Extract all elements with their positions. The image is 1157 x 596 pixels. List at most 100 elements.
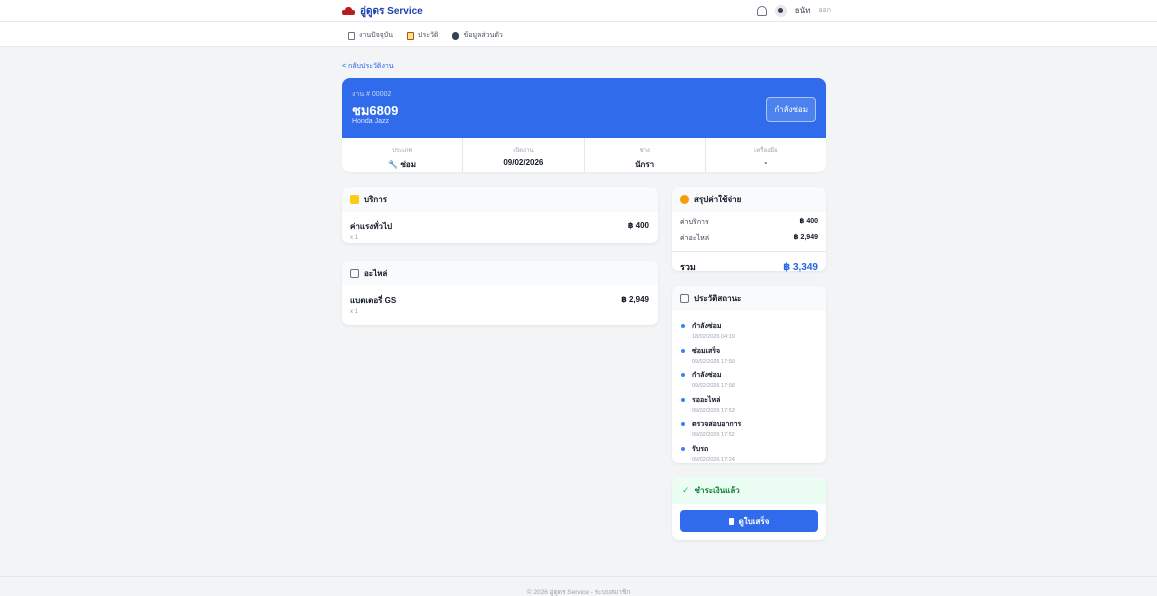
job-header: งาน # 00002 ชม6809 Honda Jazz กำลังซ่อม [342, 78, 826, 138]
meta-type: ประเภท 🔧 ซ่อม [342, 138, 464, 172]
car-icon [342, 7, 355, 16]
meta-label: เครื่องมือ [754, 148, 778, 154]
clipboard-icon [680, 294, 689, 303]
meta-value: นักรา [635, 160, 655, 169]
meta-label: ประเภท [392, 148, 413, 154]
button-label: ดูใบเสร็จ [738, 516, 770, 526]
timeline-item: กำลังซ่อม 18/02/2026 04:19 [681, 321, 818, 346]
item-price: ฿ 2,949 [621, 295, 649, 304]
main-nav: งานปัจจุบัน ประวัติ ข้อมูลส่วนตัว [0, 22, 1157, 47]
item-qty: x 1 [350, 309, 359, 315]
timeline-time: 09/02/2026 17:58 [692, 383, 735, 390]
receipt-icon [728, 517, 734, 525]
nav-item-label: งานปัจจุบัน [359, 32, 394, 39]
status-badge[interactable]: กำลังซ่อม [766, 97, 816, 122]
nav-item-label: ข้อมูลส่วนตัว [463, 32, 503, 39]
timeline-status: รออะไหล่ [692, 396, 721, 404]
brand-name: อู่ดูดร Service [360, 6, 423, 17]
summary-card: สรุปค่าใช้จ่าย ค่าบริการ ฿ 400 ค่าอะไหล่… [672, 187, 826, 274]
services-card: บริการ ค่าแรงทั่วไป x 1 ฿ 400 [342, 187, 658, 243]
history-icon [407, 31, 415, 40]
job-meta: ประเภท 🔧 ซ่อม เปิดงาน 09/02/2026 ช่าง นั… [342, 138, 826, 172]
total-label: รวม [680, 262, 696, 272]
timeline-item: ซ่อมเสร็จ 09/02/2026 17:59 [681, 346, 818, 371]
status-timeline: กำลังซ่อม 18/02/2026 04:19 ซ่อมเสร็จ 09/… [672, 311, 826, 469]
timeline-item: รออะไหล่ 09/02/2026 17:53 [681, 395, 818, 420]
summary-value: ฿ 400 [799, 218, 819, 225]
timeline-item: รับรถ 09/02/2026 17:24 [681, 444, 818, 469]
footer: © 2026 อู่ดูดร Service - ระบบสมาชิก [526, 589, 631, 596]
timeline-time: 09/02/2026 17:59 [692, 358, 735, 365]
card-title: สรุปค่าใช้จ่าย [694, 195, 742, 204]
card-title: อะไหล่ [364, 269, 388, 278]
timeline-dot [681, 397, 685, 402]
view-receipt-button[interactable]: ดูใบเสร็จ [680, 510, 818, 532]
item-name: แบตเตอรี่ GS [350, 296, 397, 305]
status-history-card: ประวัติสถานะ กำลังซ่อม 18/02/2026 04:19 … [672, 286, 826, 463]
meta-value: - [764, 158, 768, 167]
item-qty: x 1 [350, 235, 359, 241]
parts-icon [350, 269, 359, 278]
user-role: ออก [818, 7, 831, 14]
car-model: Honda Jazz [352, 118, 389, 125]
timeline-time: 09/02/2026 17:24 [692, 456, 735, 463]
footer-divider [0, 576, 1157, 577]
payment-status: ✓ ชำระเงินแล้ว [672, 477, 826, 504]
bell-icon[interactable] [756, 5, 767, 16]
check-icon: ✓ [682, 485, 690, 495]
timeline-dot [681, 446, 685, 451]
wrench-icon: 🔧 [388, 160, 399, 169]
list-item: แบตเตอรี่ GS x 1 ฿ 2,949 [342, 286, 658, 315]
meta-open-date: เปิดงาน 09/02/2026 [463, 138, 585, 172]
timeline-dot [681, 324, 685, 328]
nav-item-current-jobs[interactable]: งานปัจจุบัน [348, 30, 393, 41]
timeline-status: ซ่อมเสร็จ [692, 347, 721, 355]
total-value: ฿ 3,349 [783, 261, 818, 273]
summary-row: ค่าอะไหล่ ฿ 2,949 [672, 233, 826, 244]
back-link[interactable]: < กลับประวัติงาน [342, 61, 394, 72]
user-name[interactable]: ธนัท [795, 4, 811, 17]
timeline-time: 09/02/2026 17:52 [692, 432, 735, 439]
user-icon [452, 31, 460, 40]
card-title: ประวัติสถานะ [694, 294, 742, 303]
avatar[interactable] [774, 4, 787, 17]
service-icon [350, 195, 359, 204]
summary-value: ฿ 2,949 [793, 234, 818, 241]
payment-card: ✓ ชำระเงินแล้ว ดูใบเสร็จ [672, 477, 826, 540]
item-name: ค่าแรงทั่วไป [350, 222, 393, 231]
timeline-dot [681, 422, 685, 427]
meta-value: ซ่อม [400, 160, 416, 169]
top-bar: อู่ดูดร Service ธนัท ออก [0, 0, 1157, 22]
card-title: บริการ [364, 195, 388, 204]
brand-logo[interactable]: อู่ดูดร Service [342, 4, 423, 19]
meta-mechanic: ช่าง นักรา [585, 138, 706, 172]
summary-row: ค่าบริการ ฿ 400 [672, 217, 826, 228]
timeline-item: กำลังซ่อม 09/02/2026 17:58 [681, 370, 818, 395]
summary-label: ค่าบริการ [680, 219, 709, 226]
timeline-time: 09/02/2026 17:53 [692, 407, 735, 414]
timeline-time: 18/02/2026 04:19 [692, 334, 735, 340]
nav-item-profile[interactable]: ข้อมูลส่วนตัว [452, 30, 503, 41]
job-number: งาน # 00002 [352, 91, 392, 98]
timeline-status: กำลังซ่อม [692, 323, 722, 330]
meta-label: ช่าง [639, 148, 650, 154]
summary-total: รวม ฿ 3,349 [672, 251, 826, 274]
timeline-item: ตรวจสอบอาการ 09/02/2026 17:52 [681, 419, 818, 444]
parts-card: อะไหล่ แบตเตอรี่ GS x 1 ฿ 2,949 [342, 261, 658, 325]
timeline-dot [681, 348, 685, 353]
user-area: ธนัท ออก [756, 4, 831, 17]
money-bag-icon [680, 195, 689, 204]
summary-label: ค่าอะไหล่ [680, 235, 710, 242]
timeline-status: รับรถ [692, 445, 709, 453]
item-price: ฿ 400 [627, 221, 649, 230]
meta-label: เปิดงาน [513, 148, 534, 154]
timeline-status: ตรวจสอบอาการ [692, 421, 742, 429]
timeline-status: กำลังซ่อม [692, 372, 722, 380]
nav-item-history[interactable]: ประวัติ [407, 30, 438, 41]
meta-value: 09/02/2026 [503, 158, 544, 167]
clipboard-icon [348, 31, 355, 40]
timeline-dot [681, 373, 685, 378]
payment-status-label: ชำระเงินแล้ว [694, 486, 740, 495]
nav-item-label: ประวัติ [418, 32, 439, 39]
list-item: ค่าแรงทั่วไป x 1 ฿ 400 [342, 212, 658, 241]
